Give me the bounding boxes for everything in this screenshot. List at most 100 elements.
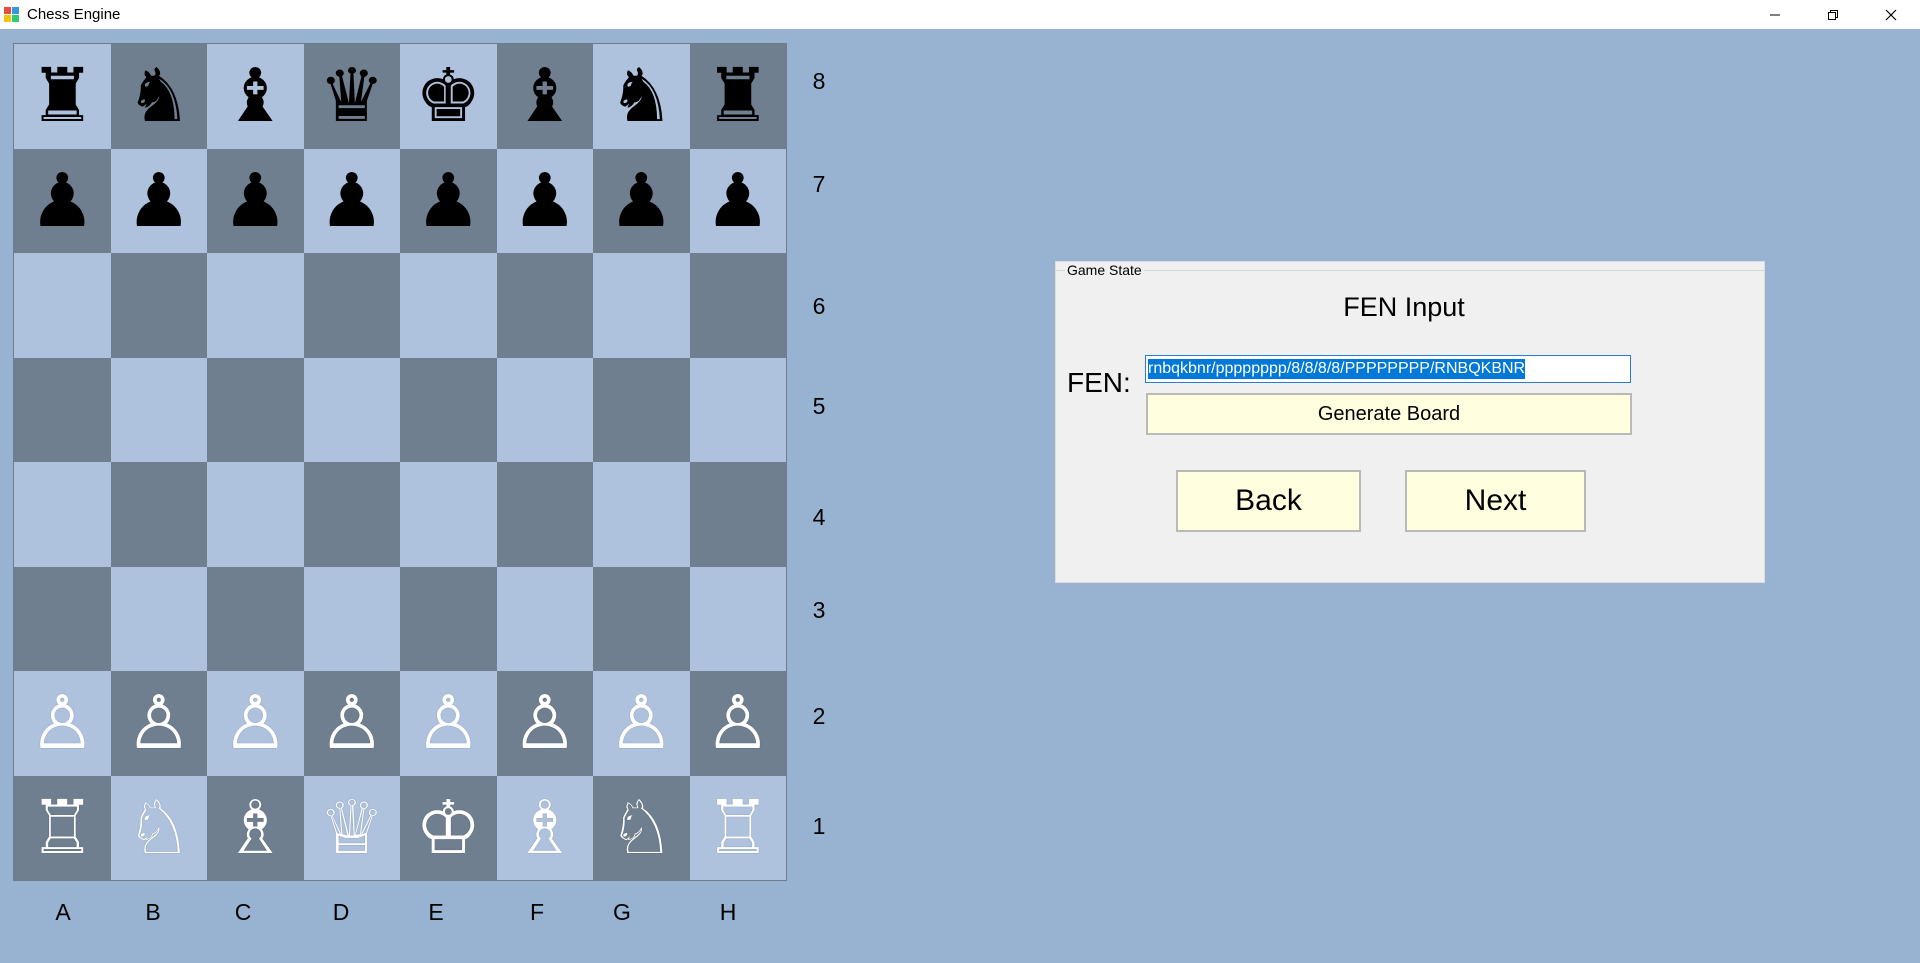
square-a5[interactable]	[14, 357, 111, 462]
square-f1[interactable]: ♗	[496, 775, 593, 880]
square-d2[interactable]: ♙	[303, 671, 400, 776]
square-c8[interactable]: ♝	[207, 44, 304, 149]
square-e8[interactable]: ♚	[400, 44, 497, 149]
square-g6[interactable]	[593, 253, 690, 358]
chess-piece-icon[interactable]: ♗	[222, 791, 288, 865]
square-f6[interactable]	[496, 253, 593, 358]
chess-piece-icon[interactable]: ♟	[222, 164, 288, 238]
minimize-button[interactable]	[1746, 0, 1804, 29]
chess-piece-icon[interactable]: ♛	[319, 59, 385, 133]
square-b1[interactable]: ♘	[110, 775, 207, 880]
restore-button[interactable]	[1804, 0, 1862, 29]
square-f4[interactable]	[496, 462, 593, 567]
square-b7[interactable]: ♟	[110, 148, 207, 253]
chess-piece-icon[interactable]: ♜	[29, 59, 95, 133]
square-g8[interactable]: ♞	[593, 44, 690, 149]
generate-board-button[interactable]: Generate Board	[1146, 393, 1632, 435]
square-g5[interactable]	[593, 357, 690, 462]
square-h2[interactable]: ♙	[689, 671, 786, 776]
back-button[interactable]: Back	[1176, 470, 1361, 532]
square-c7[interactable]: ♟	[207, 148, 304, 253]
chess-piece-icon[interactable]: ♔	[415, 791, 481, 865]
chess-piece-icon[interactable]: ♙	[126, 686, 192, 760]
square-h1[interactable]: ♖	[689, 775, 786, 880]
square-d1[interactable]: ♕	[303, 775, 400, 880]
chess-piece-icon[interactable]: ♙	[512, 686, 578, 760]
chess-piece-icon[interactable]: ♝	[512, 59, 578, 133]
square-h7[interactable]: ♟	[689, 148, 786, 253]
square-c4[interactable]	[207, 462, 304, 567]
square-f2[interactable]: ♙	[496, 671, 593, 776]
square-b2[interactable]: ♙	[110, 671, 207, 776]
square-a1[interactable]: ♖	[14, 775, 111, 880]
square-g2[interactable]: ♙	[593, 671, 690, 776]
square-d3[interactable]	[303, 566, 400, 671]
square-a2[interactable]: ♙	[14, 671, 111, 776]
chess-piece-icon[interactable]: ♙	[29, 686, 95, 760]
square-d5[interactable]	[303, 357, 400, 462]
square-b3[interactable]	[110, 566, 207, 671]
chess-piece-icon[interactable]: ♖	[29, 791, 95, 865]
square-f8[interactable]: ♝	[496, 44, 593, 149]
chess-piece-icon[interactable]: ♟	[29, 164, 95, 238]
chess-piece-icon[interactable]: ♟	[608, 164, 674, 238]
square-h6[interactable]	[689, 253, 786, 358]
square-e1[interactable]: ♔	[400, 775, 497, 880]
square-b4[interactable]	[110, 462, 207, 567]
square-e7[interactable]: ♟	[400, 148, 497, 253]
square-c1[interactable]: ♗	[207, 775, 304, 880]
chess-piece-icon[interactable]: ♘	[608, 791, 674, 865]
chess-piece-icon[interactable]: ♟	[319, 164, 385, 238]
chess-piece-icon[interactable]: ♞	[608, 59, 674, 133]
chess-piece-icon[interactable]: ♚	[415, 59, 481, 133]
square-g3[interactable]	[593, 566, 690, 671]
chess-piece-icon[interactable]: ♟	[705, 164, 771, 238]
close-button[interactable]	[1862, 0, 1920, 29]
square-d7[interactable]: ♟	[303, 148, 400, 253]
square-h5[interactable]	[689, 357, 786, 462]
chess-piece-icon[interactable]: ♗	[512, 791, 578, 865]
chess-piece-icon[interactable]: ♟	[512, 164, 578, 238]
square-e5[interactable]	[400, 357, 497, 462]
square-c2[interactable]: ♙	[207, 671, 304, 776]
square-e4[interactable]	[400, 462, 497, 567]
chess-piece-icon[interactable]: ♙	[415, 686, 481, 760]
square-e3[interactable]	[400, 566, 497, 671]
square-b6[interactable]	[110, 253, 207, 358]
square-d6[interactable]	[303, 253, 400, 358]
chess-piece-icon[interactable]: ♙	[705, 686, 771, 760]
square-h3[interactable]	[689, 566, 786, 671]
square-h8[interactable]: ♜	[689, 44, 786, 149]
chess-piece-icon[interactable]: ♙	[222, 686, 288, 760]
square-c5[interactable]	[207, 357, 304, 462]
square-g1[interactable]: ♘	[593, 775, 690, 880]
chess-piece-icon[interactable]: ♘	[126, 791, 192, 865]
square-d4[interactable]	[303, 462, 400, 567]
square-g4[interactable]	[593, 462, 690, 567]
chess-piece-icon[interactable]: ♙	[319, 686, 385, 760]
square-h4[interactable]	[689, 462, 786, 567]
chess-piece-icon[interactable]: ♟	[126, 164, 192, 238]
square-e2[interactable]: ♙	[400, 671, 497, 776]
chess-piece-icon[interactable]: ♙	[608, 686, 674, 760]
chess-piece-icon[interactable]: ♖	[705, 791, 771, 865]
square-f5[interactable]	[496, 357, 593, 462]
square-f7[interactable]: ♟	[496, 148, 593, 253]
square-b5[interactable]	[110, 357, 207, 462]
chess-piece-icon[interactable]: ♝	[222, 59, 288, 133]
square-d8[interactable]: ♛	[303, 44, 400, 149]
chess-piece-icon[interactable]: ♟	[415, 164, 481, 238]
square-e6[interactable]	[400, 253, 497, 358]
chess-piece-icon[interactable]: ♞	[126, 59, 192, 133]
square-g7[interactable]: ♟	[593, 148, 690, 253]
square-b8[interactable]: ♞	[110, 44, 207, 149]
square-a7[interactable]: ♟	[14, 148, 111, 253]
square-c3[interactable]	[207, 566, 304, 671]
fen-input[interactable]: rnbqkbnr/pppppppp/8/8/8/8/PPPPPPPP/RNBQK…	[1145, 355, 1631, 383]
square-a4[interactable]	[14, 462, 111, 567]
chess-piece-icon[interactable]: ♕	[319, 791, 385, 865]
square-a8[interactable]: ♜	[14, 44, 111, 149]
square-f3[interactable]	[496, 566, 593, 671]
square-a6[interactable]	[14, 253, 111, 358]
square-a3[interactable]	[14, 566, 111, 671]
